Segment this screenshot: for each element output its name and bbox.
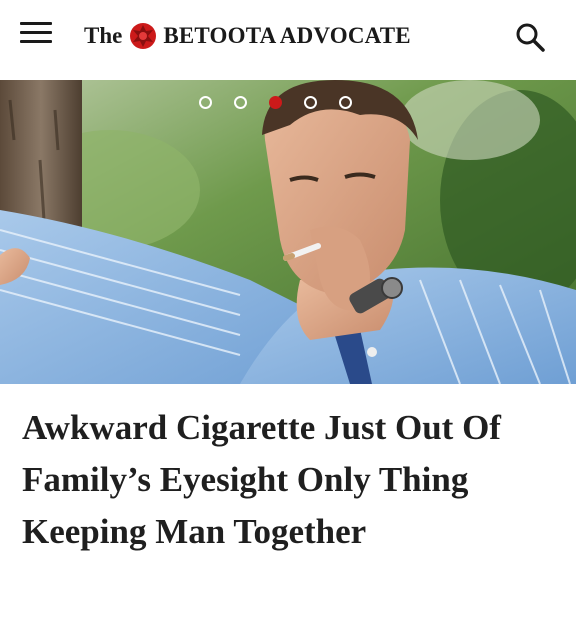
brand-name: BETOOTA ADVOCATE <box>163 23 411 48</box>
hero-image[interactable] <box>0 80 576 384</box>
site-logo[interactable]: The BETOOTA ADVOCATE <box>84 18 411 54</box>
carousel-dot[interactable] <box>234 96 247 109</box>
carousel-dot[interactable] <box>199 96 212 109</box>
site-header: The BETOOTA ADVOCATE <box>0 0 576 76</box>
carousel-dot-active[interactable] <box>269 96 282 109</box>
article-headline[interactable]: Awkward Cigarette Just Out Of Family’s E… <box>22 402 558 558</box>
brand-prefix: The <box>84 23 123 48</box>
carousel-dot[interactable] <box>339 96 352 109</box>
carousel-dot[interactable] <box>304 96 317 109</box>
red-crest-logo-icon <box>130 23 157 49</box>
carousel-indicators <box>199 96 352 116</box>
hamburger-menu-icon[interactable] <box>20 20 56 46</box>
search-icon[interactable] <box>513 20 547 54</box>
